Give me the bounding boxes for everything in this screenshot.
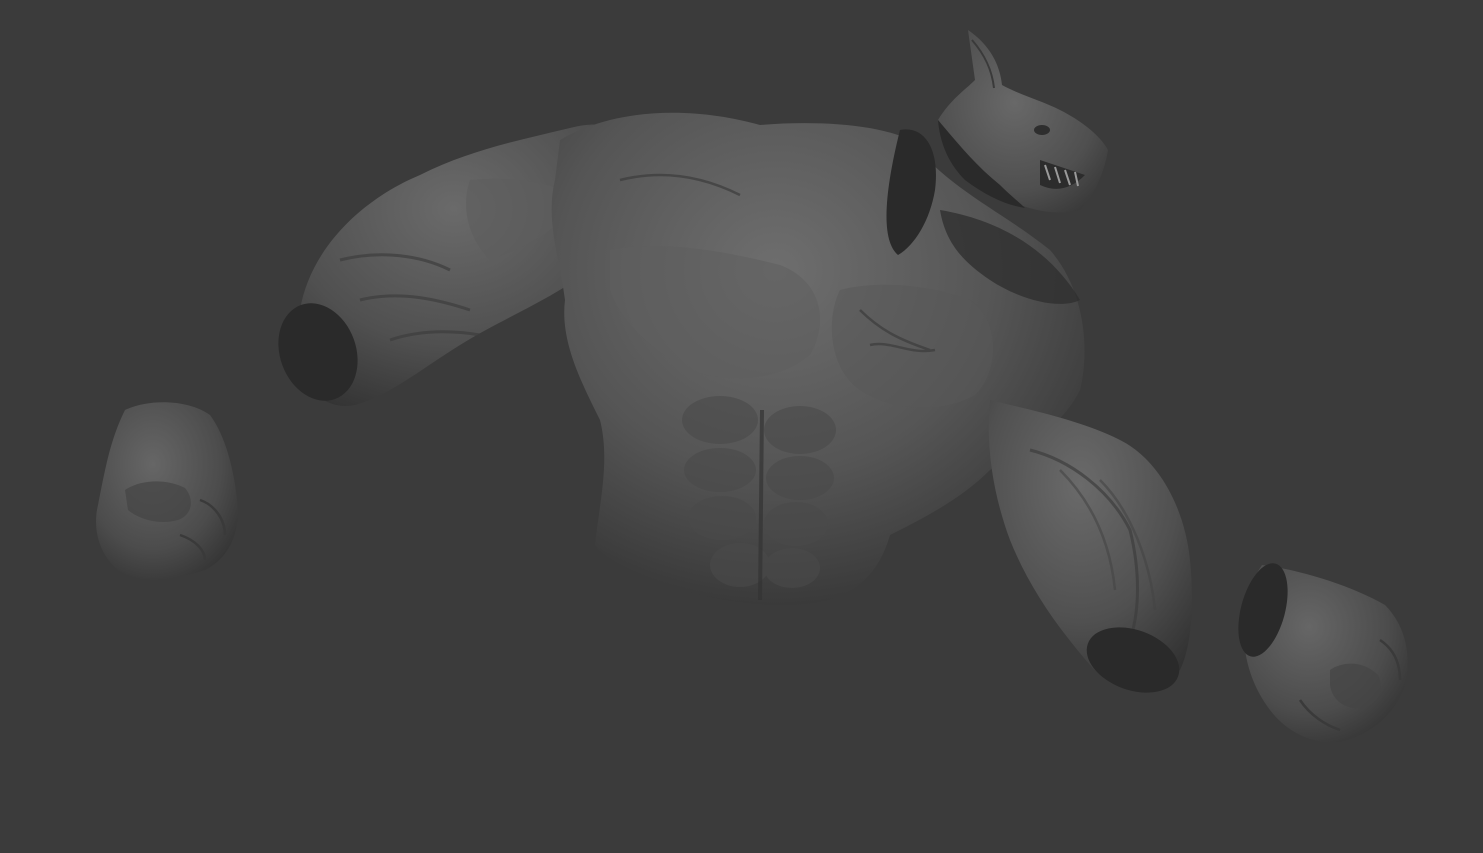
right-fist-mesh[interactable] [1229, 558, 1408, 743]
right-upper-arm-mesh[interactable] [988, 400, 1192, 705]
sculpt-canvas[interactable] [0, 0, 1483, 853]
werewolf-head-mesh[interactable] [938, 30, 1108, 213]
sculpt-viewport[interactable] [0, 0, 1483, 853]
left-fist-mesh[interactable] [96, 402, 238, 580]
